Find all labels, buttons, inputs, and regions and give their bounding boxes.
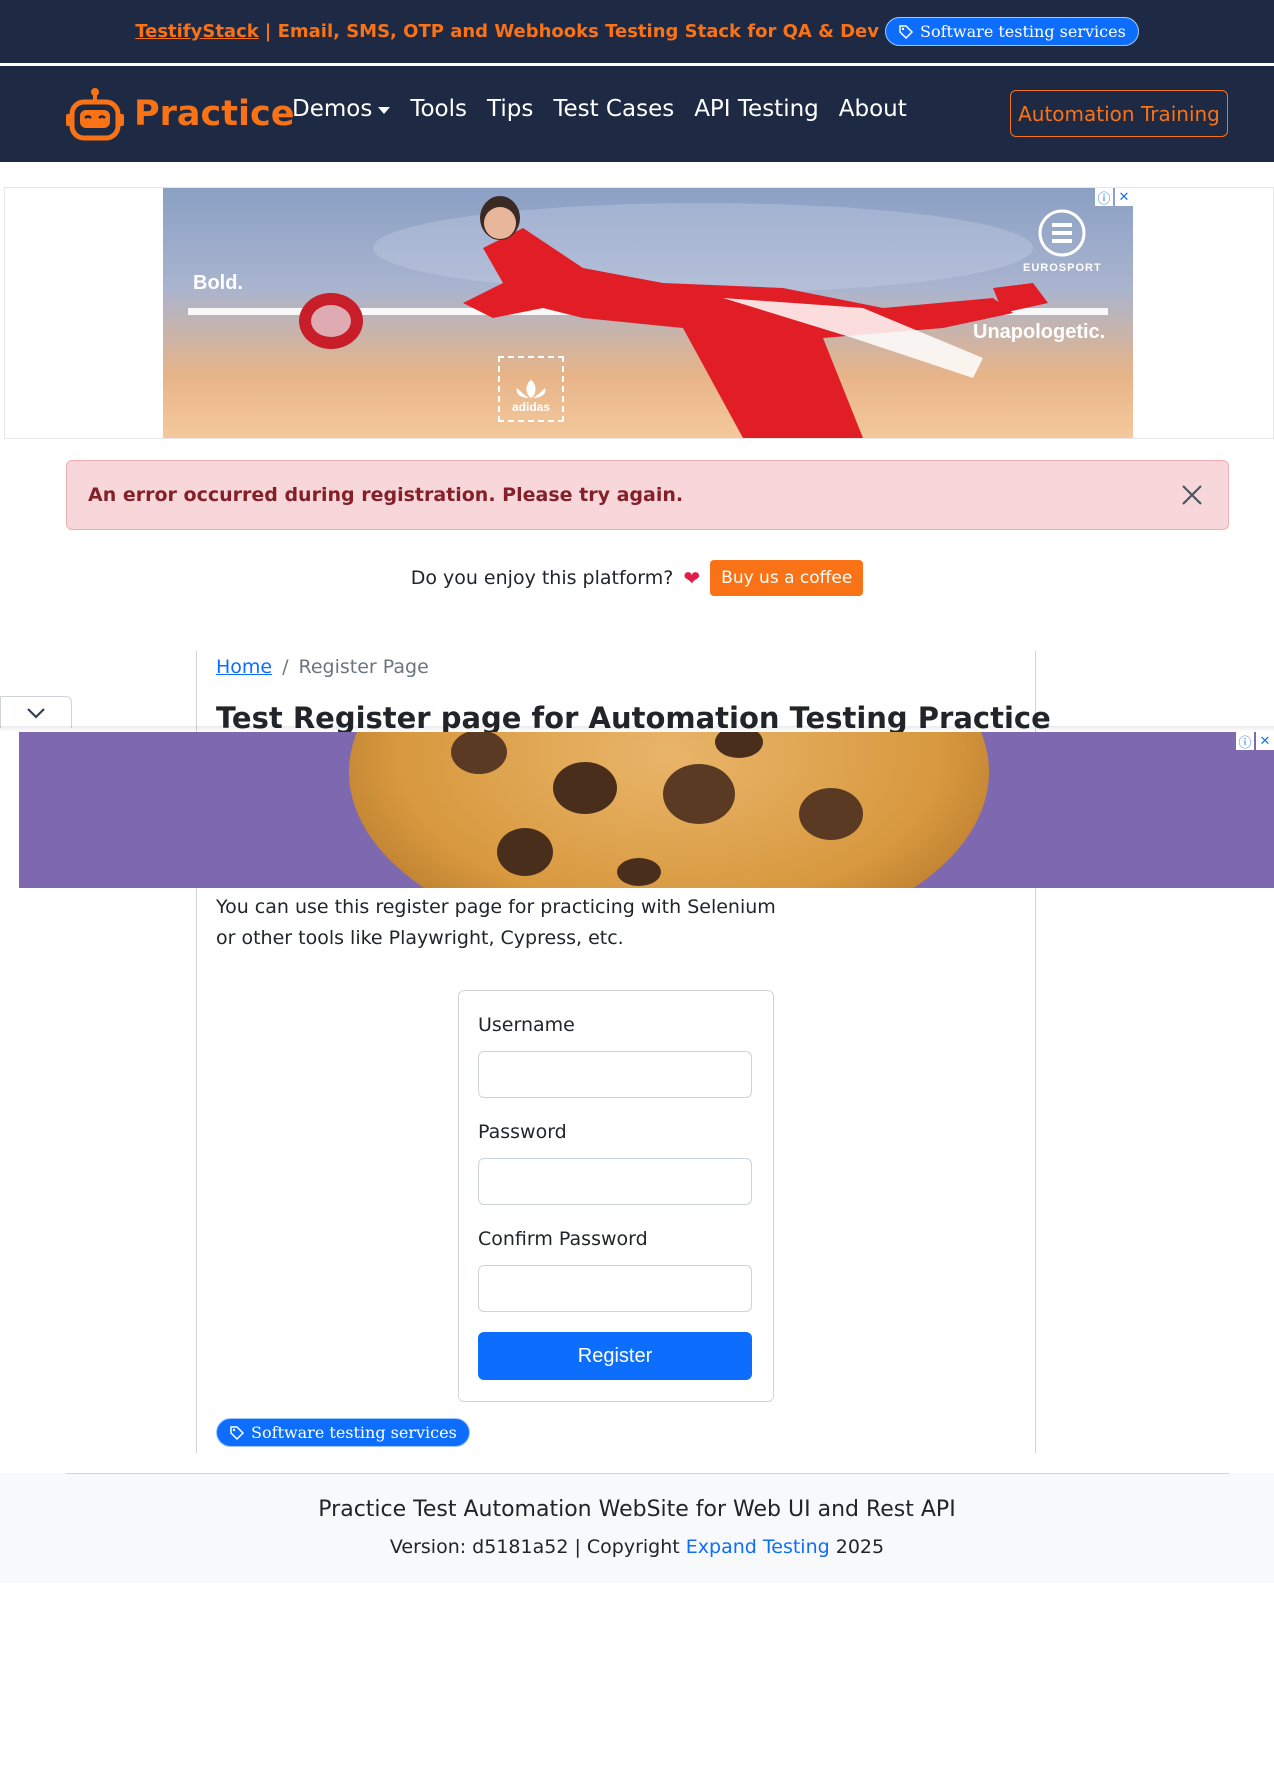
password-input[interactable] [478,1158,752,1205]
nav-tips[interactable]: Tips [487,96,533,122]
pill-label: Software testing services [919,22,1126,41]
heart-icon: ❤ [683,566,701,590]
ad-right-text: Unapologetic. [973,321,1106,343]
footer-year: 2025 [835,1536,885,1558]
register-form: Username Password Confirm Password Regis… [458,990,774,1402]
nav-api-testing[interactable]: API Testing [694,96,819,122]
confirm-password-label: Confirm Password [478,1228,648,1250]
ad-info-icon[interactable]: ⓘ [1236,732,1254,751]
buy-coffee-button[interactable]: Buy us a coffee [710,560,864,596]
adidas-logo: adidas [498,356,564,422]
sticky-ad-container: ⓘ ✕ [0,732,1274,888]
tag-icon [899,24,914,39]
nav-demos-label: Demos [292,96,373,122]
nav-about[interactable]: About [839,96,907,122]
expand-testing-link[interactable]: Expand Testing [686,1536,830,1558]
breadcrumb-separator: / [282,656,289,678]
eurosport-logo: EUROSPORT [1023,208,1102,274]
nav-test-cases[interactable]: Test Cases [553,96,674,122]
register-button[interactable]: Register [478,1332,752,1380]
promo-bar: TestifyStack | Email, SMS, OTP and Webho… [0,0,1274,63]
confirm-password-input[interactable] [478,1265,752,1312]
breadcrumb-home-link[interactable]: Home [216,656,272,678]
brand-name: Practice [134,94,295,134]
close-icon[interactable] [1180,483,1204,507]
intro-text: You can use this register page for pract… [216,896,776,949]
footer-version: Version: d5181a52 | Copyright Expand Tes… [0,1536,1274,1558]
navbar: Practice Demos Tools Tips Test Cases API… [0,66,1274,162]
ad-artwork [188,196,1108,438]
footer: Practice Test Automation WebSite for Web… [0,1473,1274,1583]
ad-left-text: Bold. [193,272,243,294]
coffee-row: Do you enjoy this platform? ❤ Buy us a c… [0,560,1274,596]
software-testing-services-pill[interactable]: Software testing services [884,17,1139,46]
advertisement-bottom[interactable]: ⓘ ✕ [19,732,1274,888]
breadcrumb: Home / Register Page [216,656,429,678]
footer-version-text: Version: d5181a52 | Copyright [389,1536,680,1558]
advertisement-top[interactable]: Bold. Unapologetic. adidas EUROSPORT ⓘ ✕ [163,188,1133,438]
footer-title: Practice Test Automation WebSite for Web… [318,1497,956,1522]
caret-down-icon [378,107,391,114]
testifystack-link[interactable]: TestifyStack [135,21,259,42]
footer-divider [66,1473,1229,1474]
brand-link[interactable]: Practice [66,86,295,142]
eurosport-wordmark: EUROSPORT [1023,262,1102,274]
adidas-wordmark: adidas [511,400,550,414]
ad-controls-bottom: ⓘ ✕ [1236,732,1274,751]
cookie-artwork [19,732,1274,888]
breadcrumb-current: Register Page [298,656,429,678]
ad-close-icon[interactable]: ✕ [1115,188,1133,206]
ad-info-icon[interactable]: ⓘ [1095,188,1113,207]
alert-message: An error occurred during registration. P… [88,484,684,506]
coffee-question: Do you enjoy this platform? [410,567,674,589]
nav-demos[interactable]: Demos [292,96,391,122]
chevron-down-icon [27,707,45,719]
username-label: Username [478,1014,575,1036]
robot-logo-icon [66,88,124,141]
sticky-ad-toggle[interactable] [0,696,72,728]
trefoil-icon [516,380,546,398]
eurosport-icon [1038,209,1086,257]
automation-training-button[interactable]: Automation Training [1010,90,1228,137]
software-testing-services-pill-bottom[interactable]: Software testing services [216,1418,470,1447]
promo-text: | Email, SMS, OTP and Webhooks Testing S… [264,21,879,42]
pill-label: Software testing services [251,1423,457,1442]
ad-controls-top: ⓘ ✕ [1095,188,1133,207]
password-label: Password [478,1121,567,1143]
username-input[interactable] [478,1051,752,1098]
ad-close-icon[interactable]: ✕ [1256,732,1274,750]
tag-icon [230,1425,245,1440]
nav-links: Demos Tools Tips Test Cases API Testing … [292,96,907,122]
nav-tools[interactable]: Tools [410,96,467,122]
error-alert: An error occurred during registration. P… [66,460,1229,530]
